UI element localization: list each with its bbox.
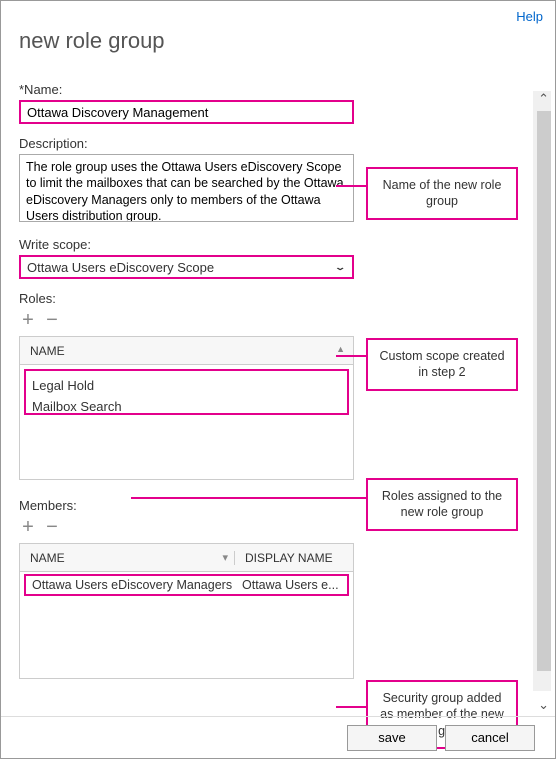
scrollbar-thumb[interactable] <box>537 111 551 671</box>
name-label: *Name: <box>19 82 537 97</box>
page-title: new role group <box>1 24 555 54</box>
scroll-down-icon[interactable]: ⌄ <box>538 697 549 713</box>
members-table: NAME DISPLAY NAME Ottawa Users eDiscover… <box>19 543 354 679</box>
save-button[interactable]: save <box>347 725 437 751</box>
add-member-button[interactable]: + <box>19 517 37 537</box>
remove-member-button[interactable]: − <box>43 517 61 537</box>
roles-table: NAME Legal Hold Mailbox Search <box>19 336 354 480</box>
callout-connector <box>336 185 366 187</box>
member-name-cell: Ottawa Users eDiscovery Managers <box>32 578 242 592</box>
scroll-up-icon[interactable]: ⌃ <box>538 91 549 107</box>
roles-list-highlight: Legal Hold Mailbox Search <box>24 369 349 415</box>
callout-scope: Custom scope created in step 2 <box>366 338 518 391</box>
scrollbar-track[interactable] <box>533 91 551 691</box>
cancel-button[interactable]: cancel <box>445 725 535 751</box>
roles-name-column[interactable]: NAME <box>20 344 353 358</box>
description-label: Description: <box>19 136 537 151</box>
help-link[interactable]: Help <box>516 9 543 24</box>
write-scope-value: Ottawa Users eDiscovery Scope <box>27 260 214 275</box>
members-name-column[interactable]: NAME <box>20 551 235 565</box>
add-role-button[interactable]: + <box>19 310 37 330</box>
table-row[interactable]: Mailbox Search <box>32 396 341 417</box>
remove-role-button[interactable]: − <box>43 310 61 330</box>
members-display-column[interactable]: DISPLAY NAME <box>235 551 353 565</box>
table-row[interactable]: Ottawa Users eDiscovery Managers Ottawa … <box>24 574 349 596</box>
write-scope-select[interactable]: Ottawa Users eDiscovery Scope ⌄ <box>19 255 354 279</box>
name-input[interactable] <box>19 100 354 124</box>
callout-connector <box>131 497 366 499</box>
description-textarea[interactable]: The role group uses the Ottawa Users eDi… <box>19 154 354 222</box>
member-display-cell: Ottawa Users e... <box>242 578 341 592</box>
callout-roles: Roles assigned to the new role group <box>366 478 518 531</box>
write-scope-label: Write scope: <box>19 237 537 252</box>
roles-label: Roles: <box>19 291 537 306</box>
callout-name: Name of the new role group <box>366 167 518 220</box>
table-row[interactable]: Legal Hold <box>32 375 341 396</box>
chevron-down-icon: ⌄ <box>334 262 346 272</box>
callout-connector <box>336 706 366 708</box>
callout-connector <box>336 355 366 357</box>
